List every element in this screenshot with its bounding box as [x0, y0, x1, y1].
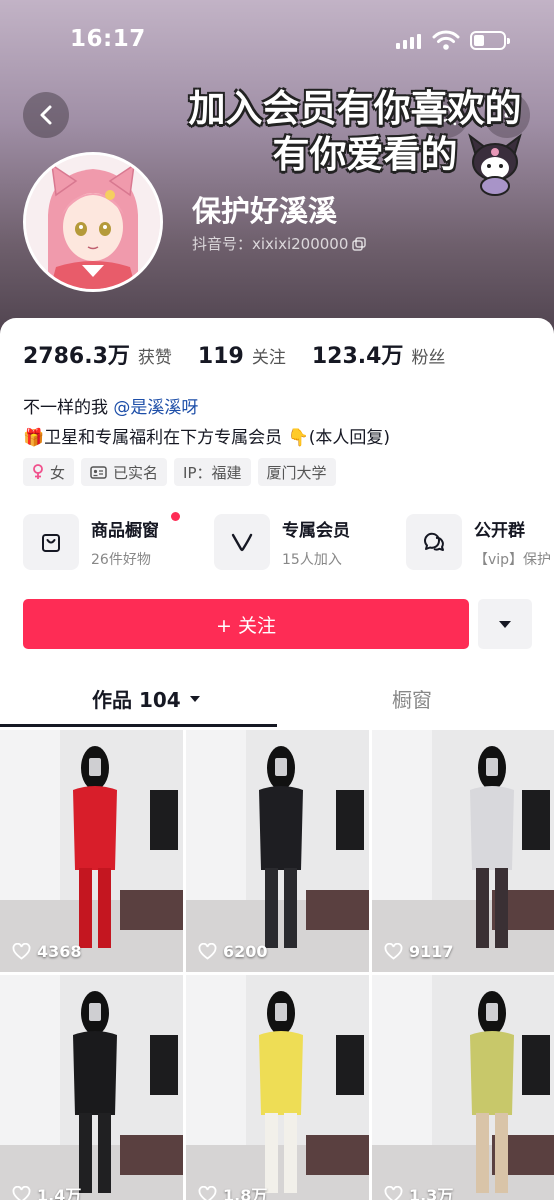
follow-button[interactable]: + 关注 [23, 599, 469, 649]
feature-membership-subtitle: 15人加入 [282, 552, 342, 568]
tab-shop-window[interactable]: 橱窗 [392, 684, 432, 713]
chevron-left-icon [40, 105, 52, 125]
battery-icon [470, 31, 510, 50]
wifi-icon [432, 30, 460, 50]
tab-works-label: 作品 104 [92, 688, 181, 712]
copy-icon[interactable] [352, 236, 367, 251]
tag-ip-label: IP：福建 [183, 463, 242, 482]
vip-v-icon [231, 533, 253, 552]
video-cover-image [0, 730, 183, 972]
bio-line-2: 🎁卫星和专属福利在下方专属会员 👇(本人回复) [23, 428, 391, 448]
tag-ip-location: IP：福建 [174, 458, 251, 486]
video-cover-image [372, 730, 554, 972]
active-tab-indicator [0, 724, 277, 727]
shopping-bag-icon [42, 534, 60, 552]
tag-gender-label: 女 [50, 463, 66, 482]
kuromi-sticker-icon [468, 133, 522, 196]
feature-membership-title: 专属会员 [282, 521, 350, 541]
feature-shop-window[interactable]: 商品橱窗 26件好物 [23, 512, 180, 570]
status-bar: 16:17 [0, 0, 554, 84]
tag-school-label: 厦门大学 [266, 463, 327, 482]
promo-line-1: 加入会员有你喜欢的 [188, 87, 522, 130]
like-count-text: 1.3万 [409, 1186, 454, 1200]
bio-line-1: 不一样的我 @是溪溪呀 [23, 393, 198, 418]
tab-shop-label: 橱窗 [392, 688, 432, 712]
like-count-text: 6200 [223, 942, 268, 961]
cellular-signal-icon [396, 33, 422, 49]
caret-down-icon [189, 695, 200, 702]
more-actions-dropdown[interactable] [478, 599, 532, 649]
heart-icon [198, 1185, 217, 1200]
like-count-text: 9117 [409, 942, 454, 961]
heart-icon [12, 943, 31, 960]
feature-group-subtitle: 【vip】保护 [474, 552, 552, 568]
video-like-count: 9117 [384, 942, 454, 961]
like-count-text: 1.4万 [37, 1186, 82, 1200]
video-like-count: 4368 [12, 942, 82, 961]
following-label[interactable]: 关注 [252, 343, 286, 368]
feature-group-title: 公开群 [474, 521, 525, 541]
profile-card: 2786.3万 获赞 119 关注 123.4万 粉丝 不一样的我 @是溪溪呀 … [0, 318, 554, 1200]
like-count-text: 1.8万 [223, 1186, 268, 1200]
tag-verified: 已实名 [81, 458, 168, 486]
group-chat-icon [423, 532, 444, 551]
video-cover-image [186, 730, 369, 972]
follow-button-label: + 关注 [216, 614, 276, 637]
anime-avatar-illustration [26, 155, 160, 289]
avatar[interactable] [23, 152, 163, 292]
video-like-count: 1.3万 [384, 1182, 453, 1200]
heart-icon [384, 943, 403, 960]
feature-shop-title: 商品橱窗 [91, 521, 159, 541]
video-cover-image [372, 975, 554, 1200]
video-grid: 4368 6200 9117 1.4万 1.8万 1.3万 [0, 730, 554, 1200]
bio-mention-link[interactable]: @是溪溪呀 [113, 398, 198, 418]
profile-nickname: 保护好溪溪 [192, 194, 338, 228]
video-thumbnail[interactable]: 4368 [0, 730, 183, 972]
profile-header: 16:17 加入会员有你喜欢的 有你爱看的 保护好溪溪 抖音号：xixixi20… [0, 0, 554, 350]
id-card-icon [90, 465, 107, 479]
heart-icon [384, 1185, 403, 1200]
female-icon [33, 464, 43, 479]
like-count-text: 4368 [37, 942, 82, 961]
tag-verified-label: 已实名 [113, 463, 159, 482]
douyin-id-text: 抖音号：xixixi200000 [192, 235, 349, 253]
video-thumbnail[interactable]: 9117 [372, 730, 554, 972]
bio-text: 不一样的我 [23, 398, 114, 418]
caret-down-icon [499, 620, 511, 628]
video-cover-image [0, 975, 183, 1200]
followers-label[interactable]: 粉丝 [411, 343, 445, 368]
video-thumbnail[interactable]: 1.4万 [0, 975, 183, 1200]
followers-count[interactable]: 123.4万 [312, 338, 404, 370]
profile-stats: 2786.3万 获赞 119 关注 123.4万 粉丝 [23, 338, 445, 370]
video-thumbnail[interactable]: 6200 [186, 730, 369, 972]
likes-label: 获赞 [137, 348, 172, 368]
following-count[interactable]: 119 [198, 344, 244, 369]
likes-count: 2786.3万 [23, 344, 130, 369]
video-like-count: 6200 [198, 942, 268, 961]
back-button[interactable] [23, 92, 69, 138]
video-thumbnail[interactable]: 1.8万 [186, 975, 369, 1200]
video-thumbnail[interactable]: 1.3万 [372, 975, 554, 1200]
status-time: 16:17 [70, 26, 146, 52]
heart-icon [12, 1185, 31, 1200]
tab-works[interactable]: 作品 104 [92, 684, 201, 713]
video-cover-image [186, 975, 369, 1200]
feature-public-group[interactable]: 公开群 【vip】保护 [406, 514, 551, 570]
tag-gender: 女 [23, 458, 75, 486]
tag-school[interactable]: 厦门大学 [257, 458, 336, 486]
video-like-count: 1.4万 [12, 1182, 81, 1200]
notification-dot [171, 512, 180, 521]
heart-icon [198, 943, 217, 960]
profile-tags: 女 已实名 IP：福建 厦门大学 [23, 458, 336, 486]
feature-membership[interactable]: 专属会员 15人加入 [214, 514, 350, 570]
douyin-id[interactable]: 抖音号：xixixi200000 [192, 233, 367, 254]
video-like-count: 1.8万 [198, 1182, 267, 1200]
feature-shop-subtitle: 26件好物 [91, 552, 151, 568]
